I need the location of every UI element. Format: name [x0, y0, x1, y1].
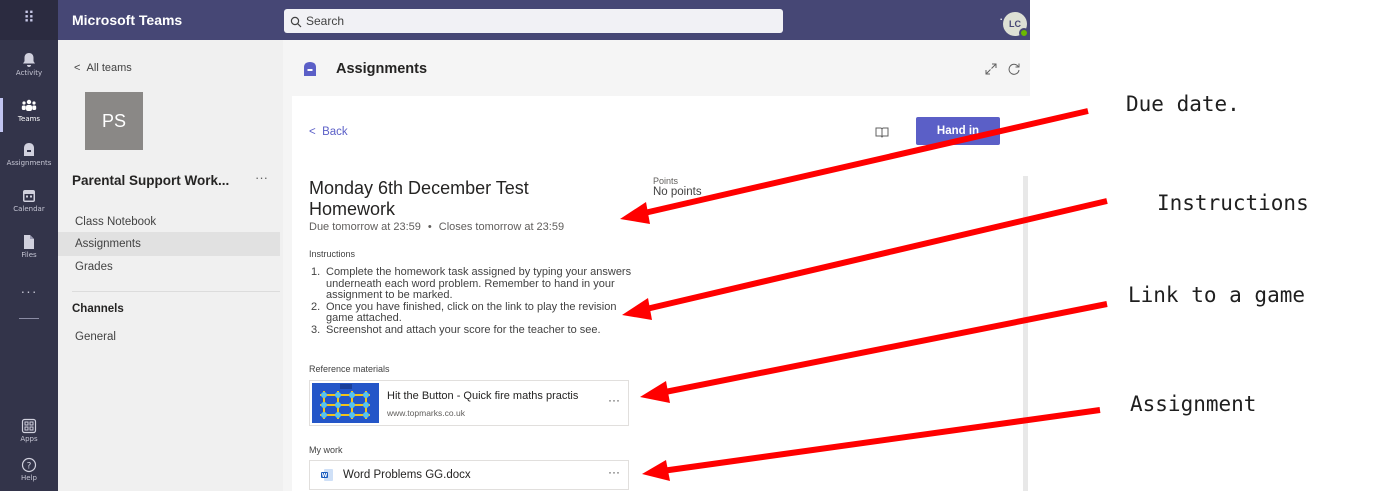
- arrow-instructions: [641, 198, 1108, 313]
- arrow-link-to-game: [659, 301, 1108, 396]
- arrowhead-instructions: [622, 298, 652, 320]
- arrowhead-due-date: [620, 202, 650, 224]
- annotation-arrows: [620, 108, 1108, 481]
- arrowhead-assignment: [642, 460, 670, 481]
- annotated-screenshot: ⠿ Activity Teams Assignments Calendar Fi…: [0, 0, 1373, 491]
- arrowhead-link-to-game: [640, 381, 670, 403]
- arrow-assignment: [661, 407, 1101, 474]
- arrow-due-date: [639, 108, 1089, 217]
